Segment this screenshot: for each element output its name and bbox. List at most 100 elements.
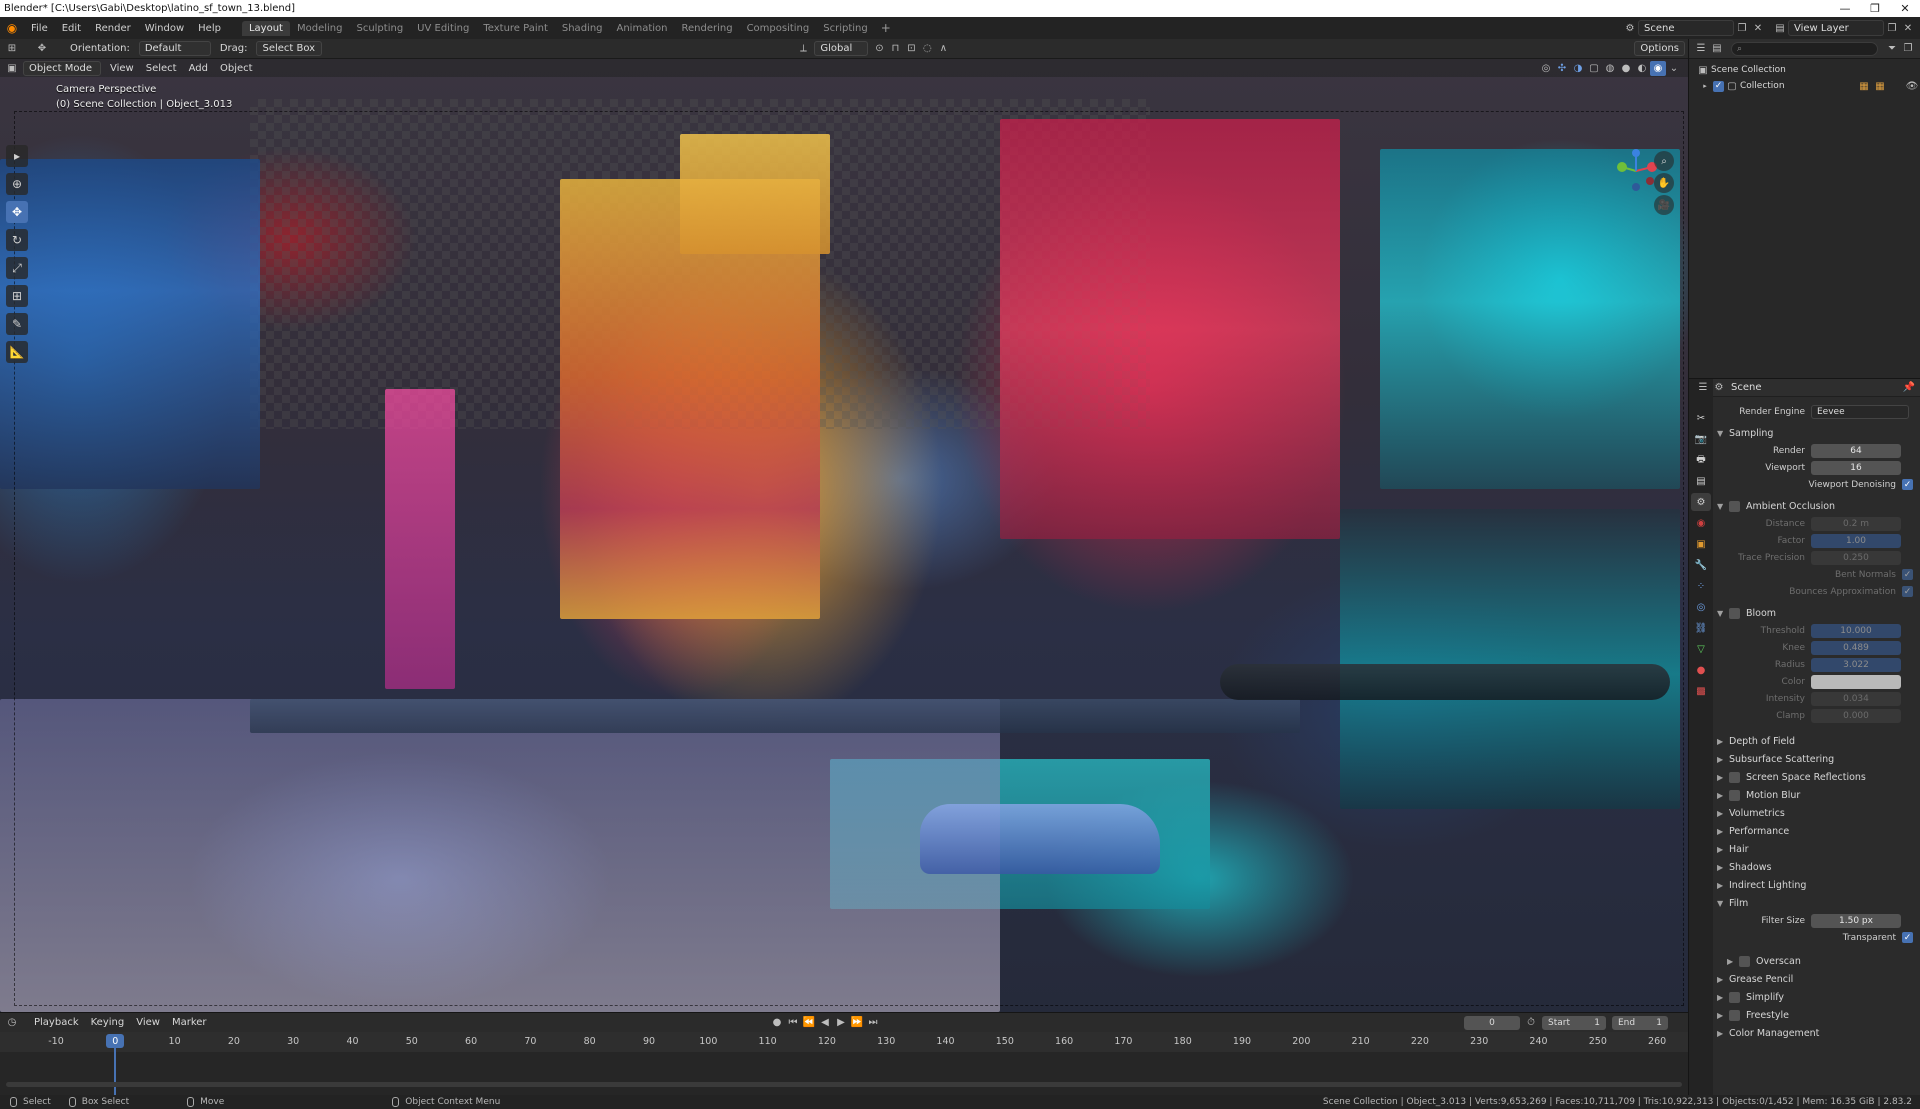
- panel-motion-blur[interactable]: ▶ Motion Blur: [1713, 786, 1920, 804]
- tab-modeling[interactable]: Modeling: [290, 21, 350, 36]
- panel-bloom[interactable]: ▼ Bloom: [1713, 604, 1920, 622]
- cursor-tool-icon[interactable]: ⊕: [6, 173, 28, 195]
- maximize-button[interactable]: ❐: [1860, 2, 1890, 15]
- scene-icon[interactable]: ⚙: [1622, 21, 1638, 36]
- scene-tab-icon[interactable]: ⚙: [1691, 493, 1711, 511]
- record-icon[interactable]: ●: [769, 1015, 785, 1030]
- particles-tab-icon[interactable]: ⁘: [1691, 577, 1711, 595]
- jump-end-icon[interactable]: ⏭: [865, 1015, 881, 1030]
- sampling-render-field[interactable]: 64: [1811, 443, 1901, 458]
- scale-tool-icon[interactable]: ⤢: [6, 257, 28, 279]
- current-frame-badge[interactable]: 0: [106, 1034, 125, 1048]
- eye-icon[interactable]: 👁: [1904, 79, 1920, 94]
- measure-tool-icon[interactable]: 📐: [6, 341, 28, 363]
- panel-performance[interactable]: ▶ Performance: [1713, 822, 1920, 840]
- jump-start-icon[interactable]: ⏮: [785, 1015, 801, 1030]
- visibility-icon[interactable]: ◎: [1538, 61, 1554, 76]
- zoom-icon[interactable]: ⌕: [1654, 151, 1674, 171]
- simplify-checkbox[interactable]: [1729, 991, 1740, 1003]
- timeline-editor-type-icon[interactable]: ◷: [4, 1015, 20, 1030]
- menu-help[interactable]: Help: [191, 23, 228, 34]
- prev-keyframe-icon[interactable]: ⏪: [801, 1015, 817, 1030]
- viewport-menu-view[interactable]: View: [104, 62, 140, 75]
- film-filter-field[interactable]: 1.50 px: [1811, 913, 1901, 928]
- tab-layout[interactable]: Layout: [241, 20, 290, 36]
- expand-arrow-icon[interactable]: ▸: [1697, 79, 1713, 94]
- panel-color-management[interactable]: ▶ Color Management: [1713, 1024, 1920, 1042]
- panel-simplify[interactable]: ▶ Simplify: [1713, 988, 1920, 1006]
- proportional-edit-icon[interactable]: ◌: [919, 41, 935, 56]
- preview-range-icon[interactable]: ⏱: [1523, 1015, 1539, 1030]
- gizmo-toggle-icon[interactable]: ✣: [1554, 61, 1570, 76]
- transform-orientation-dropdown[interactable]: Global: [814, 41, 869, 56]
- view-layer-tab-icon[interactable]: ▤: [1691, 472, 1711, 490]
- 3d-viewport[interactable]: Camera Perspective (0) Scene Collection …: [0, 59, 1688, 1012]
- output-tab-icon[interactable]: 🖶: [1691, 451, 1711, 469]
- playhead[interactable]: [114, 1048, 117, 1095]
- panel-sampling[interactable]: ▼ Sampling: [1713, 424, 1920, 442]
- annotate-tool-icon[interactable]: ✎: [6, 313, 28, 335]
- ssr-checkbox[interactable]: [1729, 771, 1740, 783]
- drag-dropdown[interactable]: Select Box: [256, 41, 323, 56]
- shading-rendered-icon[interactable]: ◉: [1650, 60, 1666, 76]
- shading-solid-icon[interactable]: ●: [1618, 61, 1634, 76]
- scene-selector[interactable]: Scene: [1638, 20, 1734, 36]
- navigation-gizmo[interactable]: [1612, 147, 1660, 195]
- tab-animation[interactable]: Animation: [610, 21, 675, 36]
- data-tab-icon[interactable]: ▽: [1691, 640, 1711, 658]
- view-layer-icon[interactable]: ▤: [1772, 21, 1788, 36]
- view-layer-selector[interactable]: View Layer: [1788, 20, 1884, 36]
- tab-sculpting[interactable]: Sculpting: [349, 21, 410, 36]
- filter-icon[interactable]: ⏷: [1884, 41, 1900, 56]
- options-dropdown[interactable]: Options: [1634, 41, 1685, 56]
- play-reverse-icon[interactable]: ◀: [817, 1015, 833, 1030]
- ao-bent-checkbox[interactable]: ✓: [1902, 569, 1913, 580]
- start-frame-field[interactable]: Start 1: [1542, 1015, 1606, 1030]
- falloff-icon[interactable]: ∧: [935, 41, 951, 56]
- pan-hand-icon[interactable]: ✋: [1654, 173, 1674, 193]
- orientation-dropdown[interactable]: Default: [138, 41, 211, 56]
- ambient-occlusion-checkbox[interactable]: [1729, 500, 1740, 512]
- panel-grease-pencil[interactable]: ▶ Grease Pencil: [1713, 970, 1920, 988]
- new-view-layer-icon[interactable]: ❐: [1884, 21, 1900, 36]
- menu-render[interactable]: Render: [88, 23, 138, 34]
- outliner-row-collection[interactable]: ▸ ✓ ▢ Collection ▦ ▦ 👁: [1689, 78, 1920, 94]
- snap-target-icon[interactable]: ⊡: [903, 41, 919, 56]
- timeline-scrollbar[interactable]: [6, 1082, 1682, 1087]
- ao-distance-field[interactable]: 0.2 m: [1811, 516, 1901, 531]
- tab-texture-paint[interactable]: Texture Paint: [476, 21, 555, 36]
- motion-blur-checkbox[interactable]: [1729, 789, 1740, 801]
- timeline-menu-marker[interactable]: Marker: [166, 1016, 213, 1029]
- texture-tab-icon[interactable]: ▩: [1691, 682, 1711, 700]
- bloom-radius-field[interactable]: 3.022: [1811, 657, 1901, 672]
- timeline-menu-keying[interactable]: Keying: [85, 1016, 131, 1029]
- bloom-intensity-field[interactable]: 0.034: [1811, 691, 1901, 706]
- panel-screen-space-reflections[interactable]: ▶ Screen Space Reflections: [1713, 768, 1920, 786]
- editor-type-icon[interactable]: ⊞: [4, 41, 20, 56]
- transform-tool-icon[interactable]: ⊞: [6, 285, 28, 307]
- tab-compositing[interactable]: Compositing: [740, 21, 817, 36]
- move-tool-icon[interactable]: ✥: [34, 41, 50, 56]
- move-tool-icon[interactable]: ✥: [6, 201, 28, 223]
- rotate-tool-icon[interactable]: ↻: [6, 229, 28, 251]
- minimize-button[interactable]: —: [1830, 2, 1860, 15]
- bloom-color-swatch[interactable]: [1811, 674, 1901, 689]
- tab-rendering[interactable]: Rendering: [674, 21, 739, 36]
- camera-view-icon[interactable]: 🎥: [1654, 195, 1674, 215]
- pivot-point-icon[interactable]: ⊙: [871, 41, 887, 56]
- shading-material-icon[interactable]: ◐: [1634, 61, 1650, 76]
- object-mode-dropdown[interactable]: Object Mode: [23, 60, 101, 76]
- film-transparent-checkbox[interactable]: ✓: [1902, 932, 1913, 943]
- modifier-tab-icon[interactable]: 🔧: [1691, 556, 1711, 574]
- panel-volumetrics[interactable]: ▶ Volumetrics: [1713, 804, 1920, 822]
- subpanel-overscan[interactable]: ▶ Overscan: [1713, 952, 1920, 970]
- constraints-tab-icon[interactable]: ⛓: [1691, 619, 1711, 637]
- xray-toggle-icon[interactable]: ▢: [1586, 61, 1602, 76]
- object-tab-icon[interactable]: ▣: [1691, 535, 1711, 553]
- timeline-menu-playback[interactable]: Playback: [28, 1016, 85, 1029]
- delete-scene-icon[interactable]: ✕: [1750, 21, 1766, 36]
- frame-ruler[interactable]: -10 0 10 20 30 40 50 60 70 80 90 100 110 120 130 140 150…: [0, 1032, 1688, 1052]
- overscan-checkbox[interactable]: [1739, 955, 1750, 967]
- viewport-denoising-checkbox[interactable]: ✓: [1902, 479, 1913, 490]
- panel-ambient-occlusion[interactable]: ▼ Ambient Occlusion: [1713, 497, 1920, 515]
